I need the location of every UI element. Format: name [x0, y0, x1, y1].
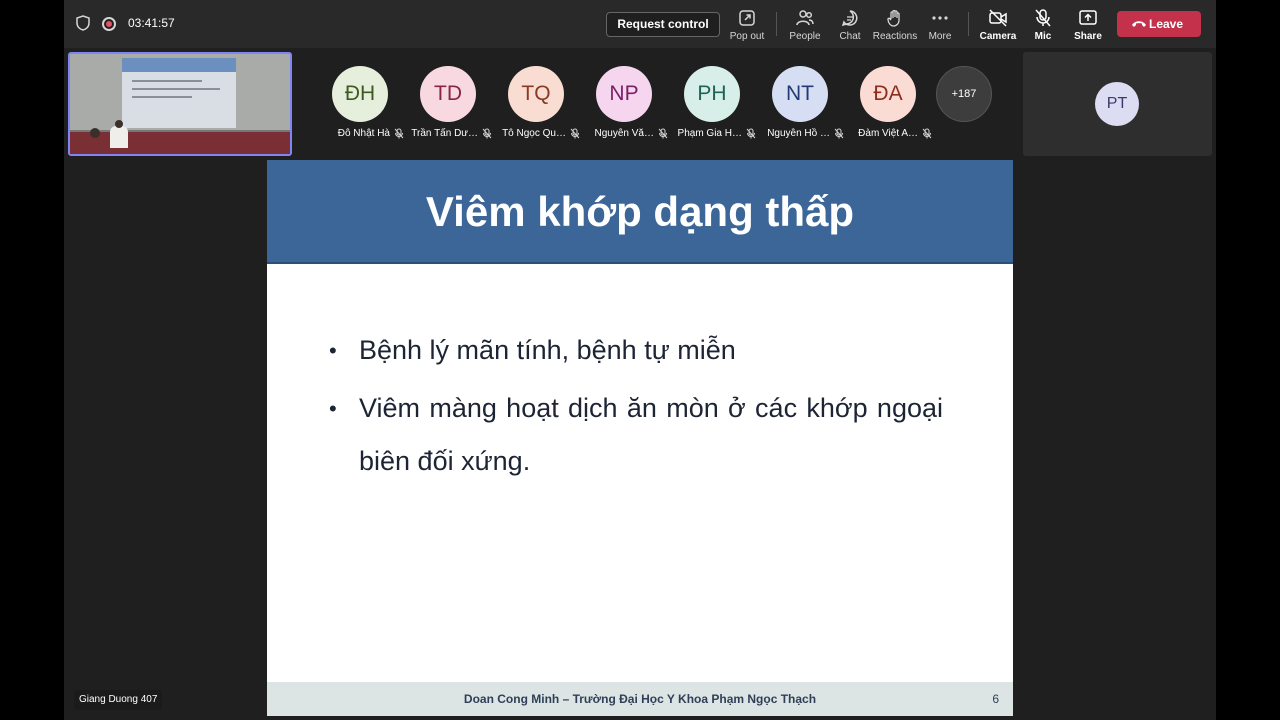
shield-icon — [76, 15, 90, 31]
more-icon — [932, 16, 948, 20]
mic-muted-icon — [922, 128, 932, 139]
slide-footer: Doan Cong Minh – Trường Đại Học Y Khoa P… — [267, 682, 1013, 716]
presenter-name-label: Giang Duong 407 — [74, 690, 163, 710]
participant-name: Nguyễn Vă… — [594, 128, 654, 139]
more-participants-button[interactable]: +187 — [936, 66, 992, 122]
participant-name: Nguyễn Hồ … — [767, 128, 830, 139]
participant-name: Đỗ Nhật Hà — [337, 128, 390, 139]
mic-off-icon — [1035, 9, 1051, 27]
avatar: TD — [420, 66, 476, 122]
avatar: ĐH — [332, 66, 388, 122]
slide-footer-text: Doan Cong Minh – Trường Đại Học Y Khoa P… — [463, 692, 817, 706]
participant-tile[interactable]: TQ Tô Ngọc Qu… — [492, 66, 580, 146]
bullet-text: Bệnh lý mãn tính, bệnh tự miễn — [359, 335, 736, 365]
bullet-text: Viêm màng hoạt dịch ăn mòn ở các khớp ng… — [359, 393, 943, 476]
recording-icon — [102, 17, 116, 31]
meeting-toolbar: 03:41:57 Request control Pop out People … — [64, 0, 1216, 48]
participant-tile[interactable]: PH Phạm Gia H… — [668, 66, 756, 146]
presenter-video-thumbnail[interactable] — [68, 52, 292, 156]
leave-button[interactable]: Leave — [1117, 11, 1201, 37]
participant-tile-side[interactable]: PT — [1023, 52, 1212, 156]
participant-tile[interactable]: ĐH Đỗ Nhật Hà — [316, 66, 404, 146]
mic-muted-icon — [394, 128, 404, 139]
share-button[interactable]: Share — [1064, 8, 1112, 44]
slide-page-number: 6 — [992, 692, 999, 706]
shared-slide: Viêm khớp dạng thấp • Bệnh lý mãn tính, b… — [267, 160, 1013, 716]
teams-meeting-window: 03:41:57 Request control Pop out People … — [64, 0, 1216, 720]
chat-icon — [841, 10, 858, 27]
chat-button[interactable]: Chat — [826, 8, 874, 44]
participants-strip: ĐH Đỗ Nhật Hà TD Trần Tấn Dư… TQ Tô Ngọc Qu… N… — [64, 48, 1216, 160]
participant-name: Trần Tấn Dư… — [411, 128, 478, 139]
avatar: TQ — [508, 66, 564, 122]
mic-muted-icon — [570, 128, 580, 139]
participant-name: Phạm Gia H… — [677, 128, 742, 139]
share-label: Share — [1074, 31, 1102, 42]
avatar: NP — [596, 66, 652, 122]
slide-bullets: • Bệnh lý mãn tính, bệnh tự miễn • Viêm mà… — [329, 324, 943, 493]
participant-name: Tô Ngọc Qu… — [502, 128, 566, 139]
mic-muted-icon — [658, 128, 668, 139]
camera-off-icon — [989, 9, 1007, 27]
participant-tile[interactable]: ĐA Đàm Việt A… — [844, 66, 932, 146]
participant-tile[interactable]: NT Nguyễn Hồ … — [756, 66, 844, 146]
reactions-label: Reactions — [872, 31, 918, 42]
avatar: NT — [772, 66, 828, 122]
slide-title: Viêm khớp dạng thấp — [425, 188, 855, 235]
phone-hangup-icon — [1132, 21, 1146, 27]
mic-muted-icon — [482, 128, 492, 139]
more-label: More — [928, 31, 952, 42]
request-control-button[interactable]: Request control — [606, 12, 720, 37]
participant-tile[interactable]: NP Nguyễn Vă… — [580, 66, 668, 146]
participant-tile[interactable]: TD Trần Tấn Dư… — [404, 66, 492, 146]
bullet-item: • Viêm màng hoạt dịch ăn mòn ở các khớp n… — [329, 393, 943, 476]
share-icon — [1079, 10, 1097, 25]
app-root: 03:41:57 Request control Pop out People … — [0, 0, 1280, 720]
avatar: PH — [684, 66, 740, 122]
mic-muted-icon — [746, 128, 756, 139]
people-button[interactable]: People — [781, 8, 829, 44]
camera-label: Camera — [979, 31, 1017, 42]
meeting-timer: 03:41:57 — [128, 16, 175, 30]
people-label: People — [789, 31, 821, 42]
chat-label: Chat — [839, 31, 861, 42]
projected-slide-thumbnail — [122, 58, 236, 128]
slide-header: Viêm khớp dạng thấp — [267, 160, 1013, 264]
reactions-button[interactable]: Reactions — [871, 8, 919, 44]
more-button[interactable]: More — [916, 8, 964, 44]
avatar: PT — [1095, 82, 1139, 126]
leave-label: Leave — [1148, 17, 1184, 31]
pop-out-button[interactable]: Pop out — [723, 8, 771, 44]
mic-label: Mic — [1034, 31, 1052, 42]
avatar: ĐA — [860, 66, 916, 122]
camera-button[interactable]: Camera — [974, 8, 1022, 44]
bullet-item: • Bệnh lý mãn tính, bệnh tự miễn — [329, 335, 736, 365]
participant-name: Đàm Việt A… — [858, 128, 918, 139]
raise-hand-icon — [887, 9, 900, 27]
mic-button[interactable]: Mic — [1019, 8, 1067, 44]
mic-muted-icon — [834, 128, 844, 139]
pop-out-label: Pop out — [729, 31, 765, 42]
people-icon — [796, 10, 814, 26]
pop-out-icon — [739, 10, 755, 26]
